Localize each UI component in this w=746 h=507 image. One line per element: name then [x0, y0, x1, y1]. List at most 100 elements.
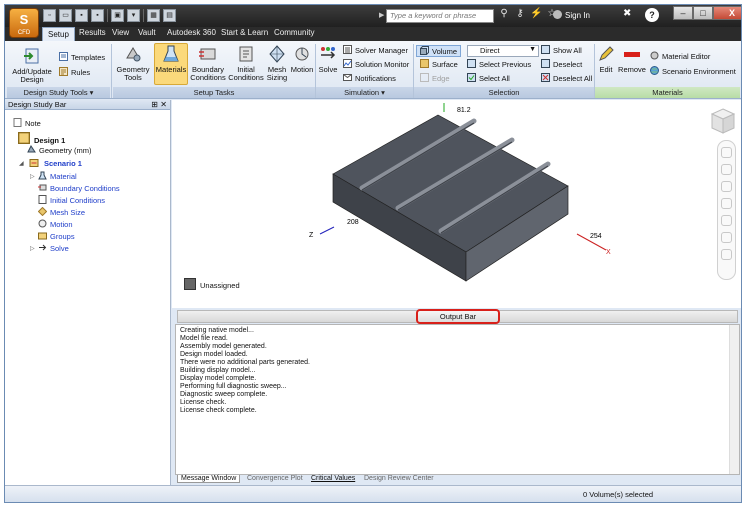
help-button[interactable]: ? [645, 8, 659, 22]
select-previous-button[interactable]: Select Previous [467, 59, 531, 69]
edit-material-button[interactable]: Edit [596, 44, 616, 74]
select-all-icon [467, 73, 476, 82]
mesh-sizing-icon [269, 45, 285, 63]
tab-results[interactable]: Results [79, 28, 106, 37]
tab-view[interactable]: View [112, 28, 129, 37]
application-menu-button[interactable]: S CFD [9, 8, 39, 38]
simulation-group-label[interactable]: Simulation ▾ [316, 87, 413, 98]
look-at-icon[interactable] [721, 215, 732, 226]
close-panel-icon[interactable]: ✕ [160, 100, 167, 110]
solve-button[interactable]: Solve [316, 44, 340, 74]
tree-item-groups[interactable]: Groups [38, 231, 75, 241]
pan-icon[interactable] [721, 164, 732, 175]
copy-icon[interactable]: ▣ [111, 9, 124, 22]
save-icon[interactable]: ▪ [75, 9, 88, 22]
boundary-conditions-button[interactable]: Boundary Conditions [190, 44, 226, 82]
expand-triangle-icon[interactable]: ▷ [30, 245, 35, 252]
motion-button[interactable]: Motion [289, 44, 315, 74]
tree-item-boundary-conditions[interactable]: Boundary Conditions [38, 183, 120, 193]
layout-icon[interactable]: ▤ [163, 9, 176, 22]
tree-item-note[interactable]: Note [13, 118, 41, 128]
show-all-button[interactable]: Show All [541, 45, 582, 55]
tab-critical-values[interactable]: Critical Values [311, 475, 355, 482]
geometry-tools-button[interactable]: Geometry Tools [114, 44, 152, 82]
expand-triangle-icon[interactable]: ▷ [30, 173, 35, 180]
design-study-tools-group-label[interactable]: Design Study Tools ▾ [7, 87, 110, 98]
vertical-scrollbar[interactable] [729, 325, 739, 474]
selection-mode-select[interactable]: Direct ▼ [467, 45, 539, 57]
connect-icon[interactable]: ⚡ [530, 8, 542, 19]
maximize-button[interactable]: □ [693, 6, 713, 20]
steering-wheel-icon[interactable] [721, 147, 732, 158]
deselect-button[interactable]: Deselect [541, 59, 582, 69]
dropdown-icon[interactable]: ▾ [127, 9, 140, 22]
remove-material-button[interactable]: Remove [617, 44, 647, 74]
tab-design-review-center[interactable]: Design Review Center [364, 475, 434, 482]
tree-item-mesh-size[interactable]: Mesh Size [38, 207, 85, 217]
solution-monitor-label: Solution Monitor [355, 60, 410, 69]
search-input[interactable]: Type a keyword or phrase [386, 9, 494, 23]
solver-manager-icon [343, 45, 352, 54]
key-icon[interactable]: ⚷ [514, 8, 526, 19]
tree-item-motion[interactable]: Motion [38, 219, 73, 229]
window-icon[interactable]: ▦ [147, 9, 160, 22]
graphics-viewport[interactable]: 81.2 Z 208 X 254 [172, 100, 741, 308]
zoom-icon[interactable] [721, 181, 732, 192]
tab-autodesk-360[interactable]: Autodesk 360 [167, 28, 216, 37]
model-view[interactable]: 81.2 Z 208 X 254 [172, 100, 741, 308]
volume-label: Volume [432, 47, 458, 56]
save-as-icon[interactable]: ▪ [91, 9, 104, 22]
templates-label: Templates [71, 53, 106, 62]
tab-vault[interactable]: Vault [138, 28, 156, 37]
notifications-button[interactable]: Notifications [343, 73, 396, 83]
select-all-button[interactable]: Select All [467, 73, 510, 83]
output-bar-button[interactable]: Output Bar [416, 309, 500, 324]
rules-button[interactable]: Rules [59, 67, 90, 77]
collapse-triangle-icon[interactable]: ◢ [19, 160, 24, 167]
minimize-button[interactable]: – [673, 6, 693, 20]
tab-community[interactable]: Community [274, 28, 314, 37]
add-update-design-button[interactable]: Add/Update Design [11, 46, 53, 84]
solution-monitor-button[interactable]: Solution Monitor [343, 59, 409, 69]
pin-icon[interactable]: ⊞ [151, 100, 158, 110]
binoculars-icon[interactable]: ⚲ [498, 8, 510, 19]
tree-item-geometry[interactable]: Geometry (mm) [27, 145, 92, 155]
close-button[interactable]: X [713, 6, 741, 20]
tree-item-material[interactable]: Material [38, 171, 77, 181]
edge-toggle[interactable]: Edge [416, 73, 450, 83]
tab-convergence-plot[interactable]: Convergence Plot [247, 475, 303, 482]
message-line: Design model loaded. [180, 351, 248, 358]
templates-button[interactable]: Templates [59, 52, 105, 62]
material-editor-button[interactable]: Material Editor [650, 51, 710, 61]
nav-options-icon[interactable] [721, 249, 732, 260]
sign-in-button[interactable]: Sign In [553, 10, 590, 20]
open-icon[interactable]: ▭ [59, 9, 72, 22]
tab-message-window[interactable]: Message Window [177, 475, 241, 483]
orbit-icon[interactable] [721, 198, 732, 209]
tab-start-learn[interactable]: Start & Learn [221, 28, 268, 37]
materials-button[interactable]: Materials [154, 43, 188, 85]
deselect-label: Deselect [553, 60, 583, 69]
deselect-all-button[interactable]: Deselect All [541, 73, 592, 83]
search-expand-icon[interactable]: ▶ [379, 11, 384, 19]
tree-item-initial-conditions[interactable]: Initial Conditions [38, 195, 105, 205]
material-editor-label: Material Editor [662, 52, 711, 61]
tree-item-design[interactable]: Design 1 [17, 132, 65, 145]
scenario-environment-button[interactable]: Scenario Environment [650, 66, 736, 76]
fit-icon[interactable] [721, 232, 732, 243]
message-window[interactable]: Creating native model... Model file read… [175, 324, 740, 475]
surface-toggle[interactable]: Surface [416, 59, 458, 69]
edit-label: Edit [599, 65, 613, 74]
tree-item-scenario[interactable]: Scenario 1 [27, 158, 82, 168]
tab-setup[interactable]: Setup [42, 27, 75, 41]
view-cube[interactable] [711, 108, 735, 134]
surface-label: Surface [432, 60, 458, 69]
new-icon[interactable]: ▫ [43, 9, 56, 22]
exchange-icon[interactable]: ✖ [623, 8, 631, 19]
solver-manager-button[interactable]: Solver Manager [343, 45, 408, 55]
mesh-sizing-button[interactable]: Mesh Sizing [265, 44, 289, 82]
z-axis-line [319, 226, 335, 235]
tree-item-solve[interactable]: Solve [38, 243, 69, 253]
volume-toggle[interactable]: Volume [416, 45, 462, 57]
initial-conditions-button[interactable]: Initial Conditions [227, 44, 265, 82]
